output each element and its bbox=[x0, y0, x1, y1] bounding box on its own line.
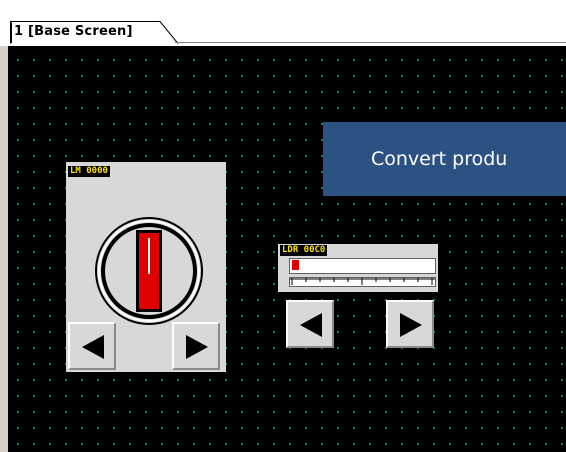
banner-text: Convert produ bbox=[371, 148, 508, 170]
slider-tag: LDR 00C0 bbox=[280, 245, 328, 256]
selector-left-button[interactable] bbox=[68, 322, 116, 370]
slider-left-button[interactable] bbox=[286, 300, 334, 348]
screen-canvas[interactable]: Convert produ LM 0000 LDR 00C0 bbox=[8, 46, 566, 452]
left-arrow-icon bbox=[82, 335, 104, 359]
slider-scale bbox=[289, 277, 436, 287]
selector-knob-icon[interactable] bbox=[92, 214, 206, 328]
right-arrow-icon bbox=[186, 335, 208, 359]
selector-right-button[interactable] bbox=[172, 322, 220, 370]
selector-tag: LM 0000 bbox=[68, 166, 110, 177]
tab-baseline bbox=[175, 42, 566, 43]
right-arrow-icon bbox=[400, 313, 422, 337]
tab-strip: 1 [Base Screen] bbox=[0, 0, 566, 46]
slider-level-bar[interactable] bbox=[289, 258, 436, 274]
slider-right-button[interactable] bbox=[386, 300, 434, 348]
tab-label: 1 [Base Screen] bbox=[14, 24, 133, 39]
slider-level-fill bbox=[292, 260, 299, 270]
title-banner[interactable]: Convert produ bbox=[323, 122, 566, 196]
tab-base-screen[interactable]: 1 [Base Screen] bbox=[10, 20, 180, 44]
left-arrow-icon bbox=[300, 313, 322, 337]
